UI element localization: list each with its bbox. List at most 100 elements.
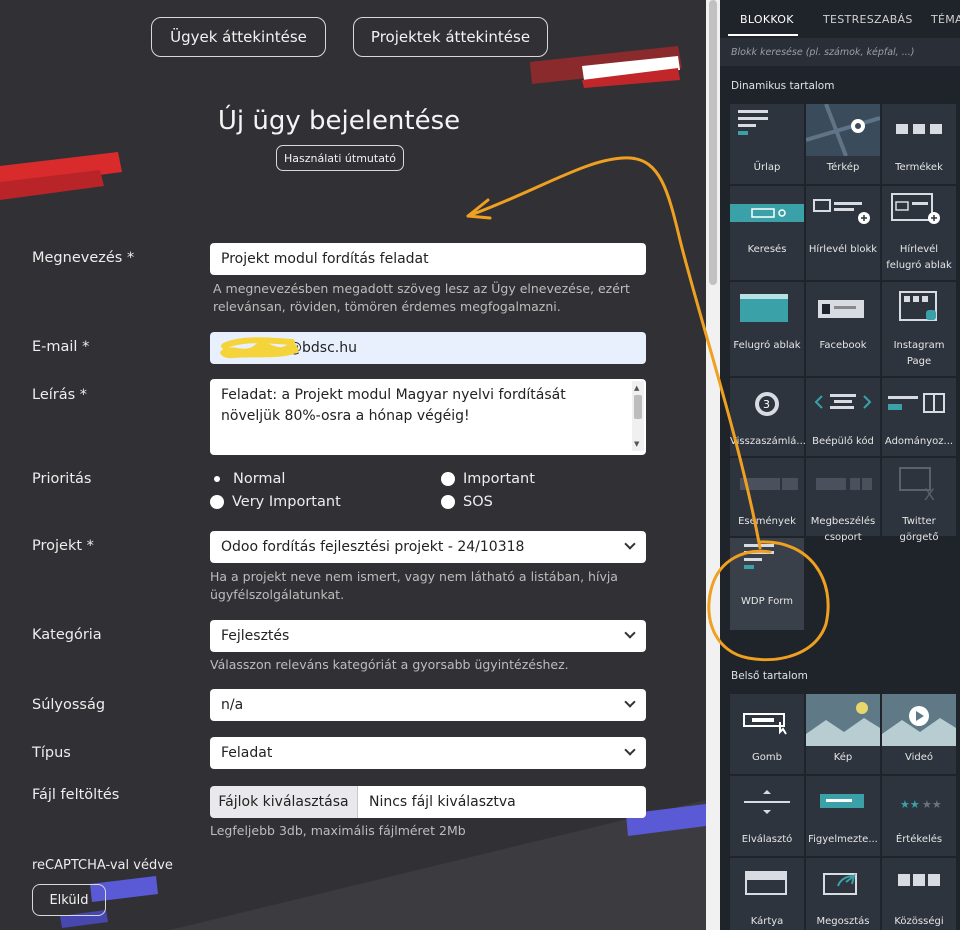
block-tile-popup[interactable]: Felugró ablak xyxy=(730,282,804,376)
user-guide-button[interactable]: Használati útmutató xyxy=(276,145,404,171)
severity-label: Súlyosság xyxy=(32,697,106,713)
separator-icon xyxy=(744,790,790,814)
priority-option-important[interactable]: Important xyxy=(441,471,535,487)
block-tile-instagram[interactable]: Instagram Page xyxy=(882,282,956,376)
svg-text:X: X xyxy=(924,485,935,504)
radio-label: Normal xyxy=(233,471,286,487)
block-tile-search-block[interactable]: Keresés xyxy=(730,186,804,280)
projects-overview-button[interactable]: Projektek áttekintése xyxy=(353,17,548,57)
block-tile-label: Közösségi xyxy=(894,916,944,927)
chevron-down-icon xyxy=(624,696,636,708)
products-icon xyxy=(896,124,942,134)
textarea-scrollbar[interactable]: ▲ ▼ xyxy=(632,381,644,451)
svg-text:★★: ★★ xyxy=(900,798,920,811)
project-select[interactable]: Odoo fordítás fejlesztési projekt - 24/1… xyxy=(210,531,646,563)
block-tile-label: Facebook xyxy=(819,340,867,351)
radio-icon xyxy=(210,495,224,509)
block-tile-countdown[interactable]: 3 Visszaszámlá... xyxy=(730,378,806,456)
block-tile-label: Űrlap xyxy=(753,162,781,173)
block-tile-separator[interactable]: Elválasztó xyxy=(730,776,804,856)
instagram-icon xyxy=(899,291,937,321)
block-tile-label: Felugró ablak xyxy=(733,340,801,351)
category-select[interactable]: Fejlesztés xyxy=(210,620,646,652)
block-tile-button-block[interactable]: Gomb xyxy=(730,694,804,774)
block-tile-label: Értékelés xyxy=(895,834,943,845)
tab-customize[interactable]: TESTRESZABÁS xyxy=(823,13,913,26)
block-tile-newsletter-block[interactable]: Hírlevél blokk xyxy=(806,186,880,280)
severity-select[interactable]: n/a xyxy=(210,689,646,721)
radio-label: Very Important xyxy=(232,494,341,510)
block-tile-facebook[interactable]: Facebook xyxy=(806,282,880,376)
block-tile-label: Gomb xyxy=(752,752,782,763)
choose-files-button[interactable]: Fájlok kiválasztása xyxy=(210,786,358,818)
block-tile-form[interactable]: Űrlap xyxy=(730,104,804,184)
block-tile-label: Kép xyxy=(833,752,853,763)
block-search-input[interactable]: Blokk keresése (pl. számok, képfal, ...) xyxy=(720,38,960,66)
block-tile-wdp-form[interactable]: WDP Form xyxy=(730,538,804,630)
search-block-icon xyxy=(730,204,804,222)
events-icon xyxy=(740,478,798,490)
block-tile-image[interactable]: Kép xyxy=(806,694,880,774)
scrollbar-thumb[interactable] xyxy=(709,0,717,285)
priority-option-normal[interactable]: Normal xyxy=(210,471,285,487)
image-icon xyxy=(806,694,880,746)
block-tile-label: Hírlevél blokk xyxy=(808,244,878,255)
block-tile-label: Termékek xyxy=(895,162,943,173)
submit-button[interactable]: Elküld xyxy=(32,884,106,916)
svg-text:3: 3 xyxy=(763,398,770,411)
block-tile-social[interactable]: Közösségi xyxy=(882,858,956,930)
chevron-down-icon xyxy=(624,744,636,756)
scrollbar-thumb[interactable] xyxy=(634,395,642,419)
block-tile-embed-code[interactable]: Beépülő kód xyxy=(806,378,880,456)
block-tile-twitter-scroller[interactable]: X Twitter görgető xyxy=(882,458,956,543)
recaptcha-note: reCAPTCHA-val védve xyxy=(32,858,173,873)
newsletter-block-icon xyxy=(813,199,870,224)
type-label: Típus xyxy=(32,745,71,761)
block-tile-products[interactable]: Termékek xyxy=(882,104,956,184)
block-tile-alert[interactable]: Figyelmezte... xyxy=(806,776,880,856)
newsletter-popup-icon xyxy=(891,193,940,224)
block-tile-rating[interactable]: ★★ ★★ Értékelés xyxy=(882,776,956,856)
description-textarea[interactable]: Feladat: a Projekt modul Magyar nyelvi f… xyxy=(210,379,646,455)
block-tile-newsletter-popup[interactable]: Hírlevél felugró ablak xyxy=(882,186,956,280)
block-tile-events[interactable]: Események xyxy=(730,458,804,536)
popup-icon xyxy=(740,294,788,322)
block-tile-donation[interactable]: Adományoz... xyxy=(882,378,956,456)
project-label: Projekt * xyxy=(32,538,94,554)
priority-option-sos[interactable]: SOS xyxy=(441,494,493,510)
name-label: Megnevezés * xyxy=(32,250,135,266)
alert-icon xyxy=(820,794,864,808)
active-tab-indicator xyxy=(728,34,798,36)
decorative-stripes-top-right xyxy=(530,46,682,88)
type-select[interactable]: Feladat xyxy=(210,737,646,769)
social-icon xyxy=(898,874,940,886)
wdp-form-icon xyxy=(744,544,774,569)
file-status: Nincs fájl kiválasztva xyxy=(358,786,646,818)
block-tile-meeting-group[interactable]: Megbeszélés csoport xyxy=(806,458,880,543)
tab-theme[interactable]: TÉMA xyxy=(931,13,960,26)
block-tile-label: WDP Form xyxy=(741,596,793,607)
redaction-scribble xyxy=(220,337,299,359)
embed-code-icon xyxy=(814,394,872,409)
ticket-form-pane: Ügyek áttekintése Projektek áttekintése … xyxy=(0,0,706,930)
priority-option-very-important[interactable]: Very Important xyxy=(210,494,341,510)
cases-overview-button[interactable]: Ügyek áttekintése xyxy=(151,17,326,57)
facebook-icon xyxy=(818,300,864,318)
block-tile-map[interactable]: Térkép xyxy=(805,103,881,184)
block-tile-label: Keresés xyxy=(747,244,787,255)
name-input[interactable]: Projekt modul fordítás feladat xyxy=(210,243,646,275)
block-tile-share[interactable]: Megosztás xyxy=(806,858,880,930)
block-tile-label: Videó xyxy=(904,752,934,763)
upload-label: Fájl feltöltés xyxy=(32,787,120,803)
block-tile-label: Térkép xyxy=(826,162,860,173)
block-tile-label: Hírlevél felugró ablak xyxy=(886,244,952,271)
page-scrollbar[interactable] xyxy=(706,0,720,930)
block-tile-card[interactable]: Kártya xyxy=(730,858,804,930)
radio-icon xyxy=(441,472,455,486)
radio-icon xyxy=(441,495,455,509)
donation-icon xyxy=(888,393,945,413)
project-select-value: Odoo fordítás fejlesztési projekt - 24/1… xyxy=(221,539,525,555)
block-tile-video[interactable]: Videó xyxy=(882,694,956,774)
block-tile-label: Megosztás xyxy=(816,916,870,927)
tab-blocks[interactable]: BLOKKOK xyxy=(740,13,794,26)
